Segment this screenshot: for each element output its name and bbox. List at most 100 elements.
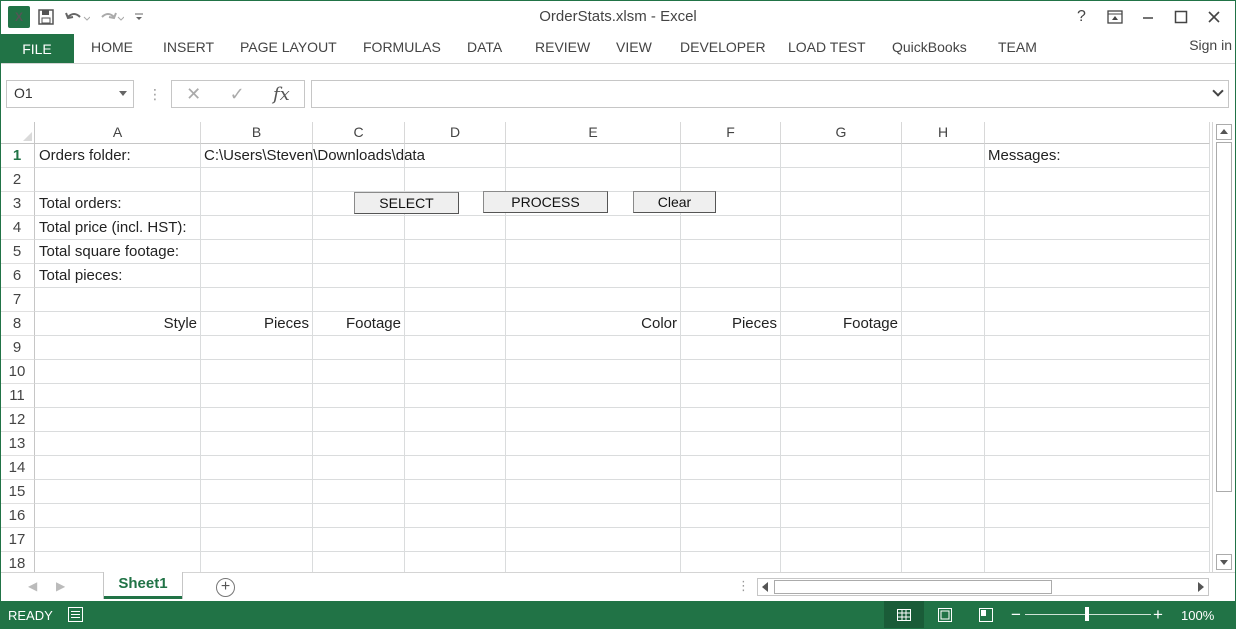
worksheet-grid[interactable]: A B C D E F G H 1 2 3 4 5 6 7 8 9 10 11 … (0, 122, 1210, 572)
formula-buttons: ✕ ✓ fx (171, 80, 305, 108)
column-header-c[interactable]: C (313, 122, 405, 144)
cell-b8[interactable]: Pieces (201, 312, 312, 336)
new-sheet-icon[interactable]: + (216, 578, 235, 597)
row-header-5[interactable]: 5 (0, 240, 35, 264)
scroll-up-icon[interactable] (1216, 124, 1232, 140)
zoom-level[interactable]: 100% (1181, 608, 1214, 623)
tab-review[interactable]: REVIEW (535, 39, 590, 55)
row-header-8[interactable]: 8 (0, 312, 35, 336)
row-header-6[interactable]: 6 (0, 264, 35, 288)
enter-icon[interactable]: ✓ (230, 84, 245, 105)
tab-quickbooks[interactable]: QuickBooks (892, 39, 967, 55)
gridline (35, 407, 1210, 408)
name-box[interactable]: O1 (6, 80, 134, 108)
row-header-1[interactable]: 1 (0, 144, 35, 168)
cell-a1[interactable]: Orders folder: (36, 144, 200, 168)
zoom-in-icon[interactable]: + (1153, 605, 1163, 625)
gridline (35, 431, 1210, 432)
tab-developer[interactable]: DEVELOPER (680, 39, 766, 55)
ribbon-tabs: FILE HOME INSERT PAGE LAYOUT FORMULAS DA… (0, 34, 1236, 64)
tab-view[interactable]: VIEW (616, 39, 652, 55)
horizontal-scroll-thumb[interactable] (774, 580, 1052, 594)
gridline (35, 215, 1210, 216)
row-header-15[interactable]: 15 (0, 480, 35, 504)
sheet-prev-icon[interactable]: ◀ (28, 579, 37, 593)
column-header-i[interactable] (985, 122, 1210, 144)
maximize-icon[interactable] (1164, 4, 1197, 30)
row-header-9[interactable]: 9 (0, 336, 35, 360)
gridline (35, 191, 1210, 192)
tab-data[interactable]: DATA (467, 39, 502, 55)
tab-home[interactable]: HOME (91, 39, 133, 55)
cell-a5[interactable]: Total square footage: (36, 240, 200, 264)
cell-a6[interactable]: Total pieces: (36, 264, 200, 288)
expand-formula-icon[interactable] (1212, 85, 1224, 97)
column-header-f[interactable]: F (681, 122, 781, 144)
clear-button[interactable]: Clear (633, 191, 716, 213)
sign-in-link[interactable]: Sign in (1189, 37, 1232, 53)
row-header-4[interactable]: 4 (0, 216, 35, 240)
formula-input[interactable] (311, 80, 1229, 108)
macro-recording-icon[interactable] (68, 607, 83, 622)
vertical-scrollbar[interactable] (1212, 122, 1234, 572)
tab-page-layout[interactable]: PAGE LAYOUT (240, 39, 337, 55)
cell-g8[interactable]: Footage (781, 312, 901, 336)
column-header-e[interactable]: E (506, 122, 681, 144)
row-header-13[interactable]: 13 (0, 432, 35, 456)
gridline (35, 359, 1210, 360)
chevron-down-icon[interactable] (119, 91, 127, 96)
column-header-h[interactable]: H (902, 122, 985, 144)
cell-f8[interactable]: Pieces (681, 312, 780, 336)
cell-a3[interactable]: Total orders: (36, 192, 200, 216)
tab-load-test[interactable]: LOAD TEST (788, 39, 866, 55)
row-header-10[interactable]: 10 (0, 360, 35, 384)
row-header-16[interactable]: 16 (0, 504, 35, 528)
vertical-scroll-thumb[interactable] (1216, 142, 1232, 492)
page-break-view-icon[interactable] (966, 601, 1006, 629)
tab-insert[interactable]: INSERT (163, 39, 214, 55)
column-header-b[interactable]: B (201, 122, 313, 144)
scroll-left-icon[interactable] (762, 582, 768, 592)
row-header-2[interactable]: 2 (0, 168, 35, 192)
scroll-down-icon[interactable] (1216, 554, 1232, 570)
gridline (35, 455, 1210, 456)
minimize-icon[interactable] (1131, 4, 1164, 30)
select-button[interactable]: SELECT (354, 192, 459, 214)
tab-split-handle[interactable]: ⋮ (737, 578, 750, 594)
close-icon[interactable] (1197, 4, 1230, 30)
row-header-17[interactable]: 17 (0, 528, 35, 552)
normal-view-icon[interactable] (884, 601, 924, 629)
sheet-next-icon[interactable]: ▶ (56, 579, 65, 593)
cell-c8[interactable]: Footage (313, 312, 404, 336)
row-header-3[interactable]: 3 (0, 192, 35, 216)
horizontal-scrollbar[interactable] (757, 578, 1209, 596)
tab-formulas[interactable]: FORMULAS (363, 39, 441, 55)
select-all-corner[interactable] (0, 122, 35, 144)
row-header-11[interactable]: 11 (0, 384, 35, 408)
zoom-slider-thumb[interactable] (1085, 607, 1089, 621)
sheet-tab-sheet1[interactable]: Sheet1 (104, 572, 182, 599)
page-layout-view-icon[interactable] (925, 601, 965, 629)
cell-i1[interactable]: Messages: (985, 144, 1205, 168)
row-header-12[interactable]: 12 (0, 408, 35, 432)
scroll-right-icon[interactable] (1198, 582, 1204, 592)
help-icon[interactable]: ? (1065, 4, 1098, 30)
cell-a8[interactable]: Style (36, 312, 200, 336)
row-header-7[interactable]: 7 (0, 288, 35, 312)
cell-b1[interactable]: C:\Users\Steven\Downloads\data (201, 144, 801, 168)
column-header-a[interactable]: A (35, 122, 201, 144)
zoom-out-icon[interactable]: − (1011, 605, 1021, 625)
tab-file[interactable]: FILE (0, 34, 74, 63)
row-header-18[interactable]: 18 (0, 552, 35, 572)
cell-a4[interactable]: Total price (incl. HST): (36, 216, 200, 240)
ribbon-display-icon[interactable] (1098, 4, 1131, 30)
process-button[interactable]: PROCESS (483, 191, 608, 213)
formula-bar-resize-handle[interactable]: ⋮ (148, 86, 162, 103)
cancel-icon[interactable]: ✕ (186, 84, 201, 105)
tab-team[interactable]: TEAM (998, 39, 1037, 55)
row-header-14[interactable]: 14 (0, 456, 35, 480)
column-header-d[interactable]: D (405, 122, 506, 144)
cell-e8[interactable]: Color (506, 312, 680, 336)
column-header-g[interactable]: G (781, 122, 902, 144)
insert-function-icon[interactable]: fx (273, 84, 290, 105)
